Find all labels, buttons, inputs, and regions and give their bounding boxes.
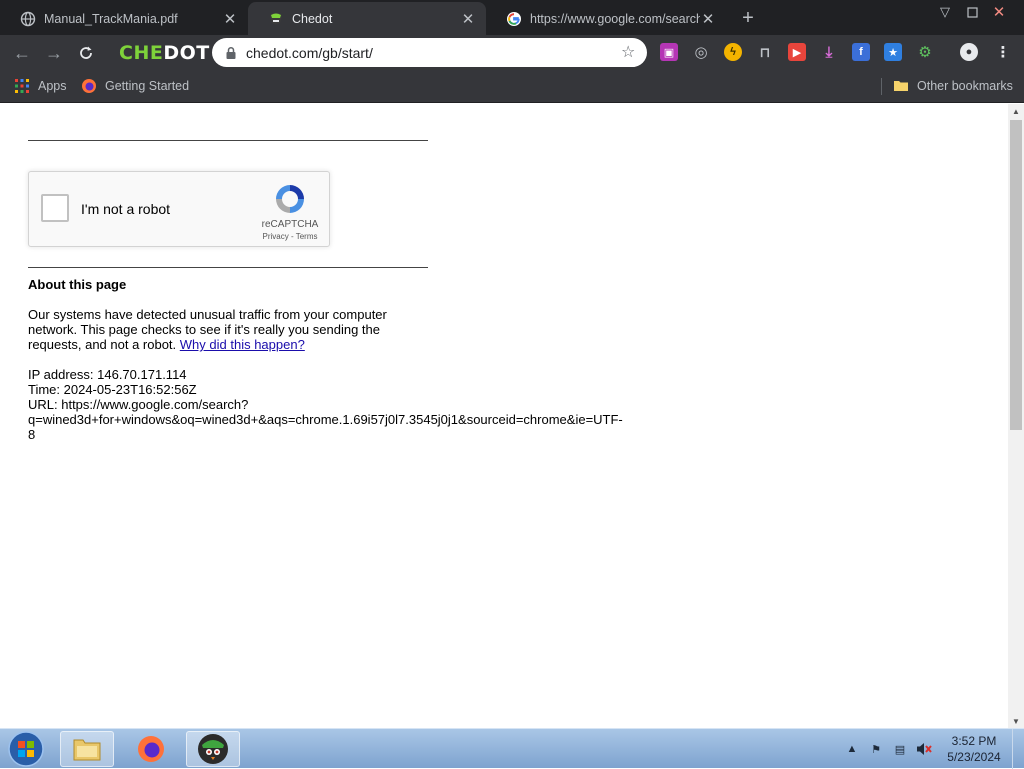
settings-gear-icon[interactable]: ⚙ <box>916 43 934 61</box>
ip-address-line: IP address: 146.70.171.114 <box>28 367 187 382</box>
tab-manual-trackmania[interactable]: Manual_TrackMania.pdf ✕ <box>0 2 248 35</box>
bookmark-apps[interactable]: Apps <box>14 76 67 96</box>
taskbar-explorer[interactable] <box>60 731 114 767</box>
chedot-icon <box>270 12 282 24</box>
bookmark-star-icon[interactable]: ☆ <box>621 44 637 61</box>
download-icon[interactable]: ⤓ <box>820 43 838 61</box>
bookmark-getting-started[interactable]: Getting Started <box>81 76 189 96</box>
unlock-icon[interactable]: ⊓ <box>756 43 774 61</box>
about-paragraph: Our systems have detected unusual traffi… <box>28 307 403 352</box>
taskbar-firefox[interactable] <box>124 731 178 767</box>
volume-muted-icon[interactable] <box>915 740 933 758</box>
brand-part-3: OT <box>179 42 210 64</box>
browser-toolbar: ← → CHEDOT chedot.com/gb/start/ ☆ ▣ ◎ ϟ … <box>0 35 1024 70</box>
tab-chedot[interactable]: Chedot ✕ <box>248 2 486 35</box>
bookmarks-bar: Apps Getting Started Other bookmarks <box>0 70 1024 103</box>
start-button-icon[interactable] <box>6 730 46 768</box>
chedot-logo[interactable]: CHEDOT <box>119 42 210 64</box>
bookmark-label: Apps <box>38 79 67 93</box>
page-content: I'm not a robot reCAPTCHA Privacy - Term… <box>0 104 1008 728</box>
whatsapp-icon[interactable]: ◎ <box>692 43 710 61</box>
tab-close-icon[interactable]: ✕ <box>460 11 476 28</box>
reload-icon[interactable] <box>74 41 98 65</box>
network-icon[interactable]: ▤ <box>891 740 909 758</box>
bookmark-other[interactable]: Other bookmarks <box>893 76 1013 96</box>
star-extension-icon[interactable]: ★ <box>884 43 902 61</box>
maximize-icon[interactable] <box>962 3 982 21</box>
tab-title: https://www.google.com/search? <box>530 11 700 26</box>
recaptcha-widget: I'm not a robot reCAPTCHA Privacy - Term… <box>28 171 330 247</box>
tab-strip: Manual_TrackMania.pdf ✕ Chedot ✕ https:/… <box>0 0 1024 35</box>
tab-close-icon[interactable]: ✕ <box>700 11 716 28</box>
close-window-icon[interactable]: ✕ <box>989 3 1009 21</box>
url-tail-line: 8 <box>28 427 36 442</box>
folder-icon <box>894 81 908 91</box>
vertical-scrollbar[interactable]: ▲ ▼ <box>1008 104 1024 728</box>
why-did-this-happen-link[interactable]: Why did this happen? <box>180 337 305 352</box>
address-bar[interactable]: chedot.com/gb/start/ ☆ <box>212 38 647 67</box>
globe-icon <box>20 11 36 26</box>
folder-explorer-icon <box>73 739 101 761</box>
windows-taskbar: ▲ ⚑ ▤ 3:52 PM 5/23/2024 <box>0 728 1024 769</box>
scrollbar-thumb[interactable] <box>1010 120 1022 430</box>
recaptcha-brand: reCAPTCHA <box>261 219 319 230</box>
divider-bottom <box>28 267 428 268</box>
recaptcha-privacy-terms[interactable]: Privacy - Terms <box>251 232 329 241</box>
divider-top <box>28 140 428 141</box>
system-clock[interactable]: 3:52 PM 5/23/2024 <box>938 733 1010 765</box>
about-heading: About this page <box>28 277 127 292</box>
recaptcha-checkbox[interactable] <box>41 194 69 222</box>
show-desktop-button[interactable] <box>1012 729 1024 769</box>
url-query-line: q=wined3d+for+windows&oq=wined3d+&aqs=ch… <box>28 412 623 427</box>
forward-arrow-icon[interactable]: → <box>42 41 66 65</box>
google-icon <box>507 11 521 26</box>
bookmarks-divider <box>881 78 882 95</box>
recaptcha-logo-icon <box>276 185 304 213</box>
action-center-flag-icon[interactable]: ⚑ <box>867 740 885 758</box>
tab-search-icon[interactable]: ▽ <box>935 3 955 21</box>
firefox-icon <box>138 736 164 762</box>
back-arrow-icon[interactable]: ← <box>10 41 34 65</box>
tab-title: Chedot <box>292 11 333 26</box>
scroll-down-arrow-icon[interactable]: ▼ <box>1008 714 1024 728</box>
tab-title: Manual_TrackMania.pdf <box>44 11 178 26</box>
clock-date: 5/23/2024 <box>947 750 1001 764</box>
taskbar-chedot[interactable] <box>186 731 240 767</box>
clock-time: 3:52 PM <box>951 734 997 748</box>
bookmark-label: Other bookmarks <box>917 79 1013 93</box>
extension-screen-icon[interactable]: ▣ <box>660 43 678 61</box>
messenger-icon[interactable]: ϟ <box>724 43 742 61</box>
bookmark-label: Getting Started <box>105 79 190 93</box>
chedot-icon <box>198 734 228 764</box>
firefox-icon <box>82 79 96 93</box>
new-tab-button[interactable]: + <box>736 6 760 30</box>
profile-avatar-icon[interactable]: ● <box>960 43 978 61</box>
address-url[interactable]: chedot.com/gb/start/ <box>246 45 621 61</box>
apps-grid-icon <box>15 79 29 93</box>
tab-close-icon[interactable]: ✕ <box>222 11 238 28</box>
brand-part-2: D <box>163 42 180 64</box>
recaptcha-label: I'm not a robot <box>81 201 171 217</box>
scroll-up-arrow-icon[interactable]: ▲ <box>1008 104 1024 118</box>
brand-part-1: CHE <box>119 42 164 64</box>
tab-google-search[interactable]: https://www.google.com/search? ✕ <box>486 2 726 35</box>
show-hidden-icons-icon[interactable]: ▲ <box>843 740 861 758</box>
system-tray: ▲ ⚑ ▤ <box>840 729 936 769</box>
facebook-icon[interactable]: f <box>852 43 870 61</box>
menu-kebab-icon[interactable]: ⋮ <box>994 43 1012 61</box>
video-extension-icon[interactable]: ▶ <box>788 43 806 61</box>
time-line: Time: 2024-05-23T16:52:56Z <box>28 382 197 397</box>
lock-icon[interactable] <box>224 46 238 60</box>
url-line: URL: https://www.google.com/search? <box>28 397 249 412</box>
